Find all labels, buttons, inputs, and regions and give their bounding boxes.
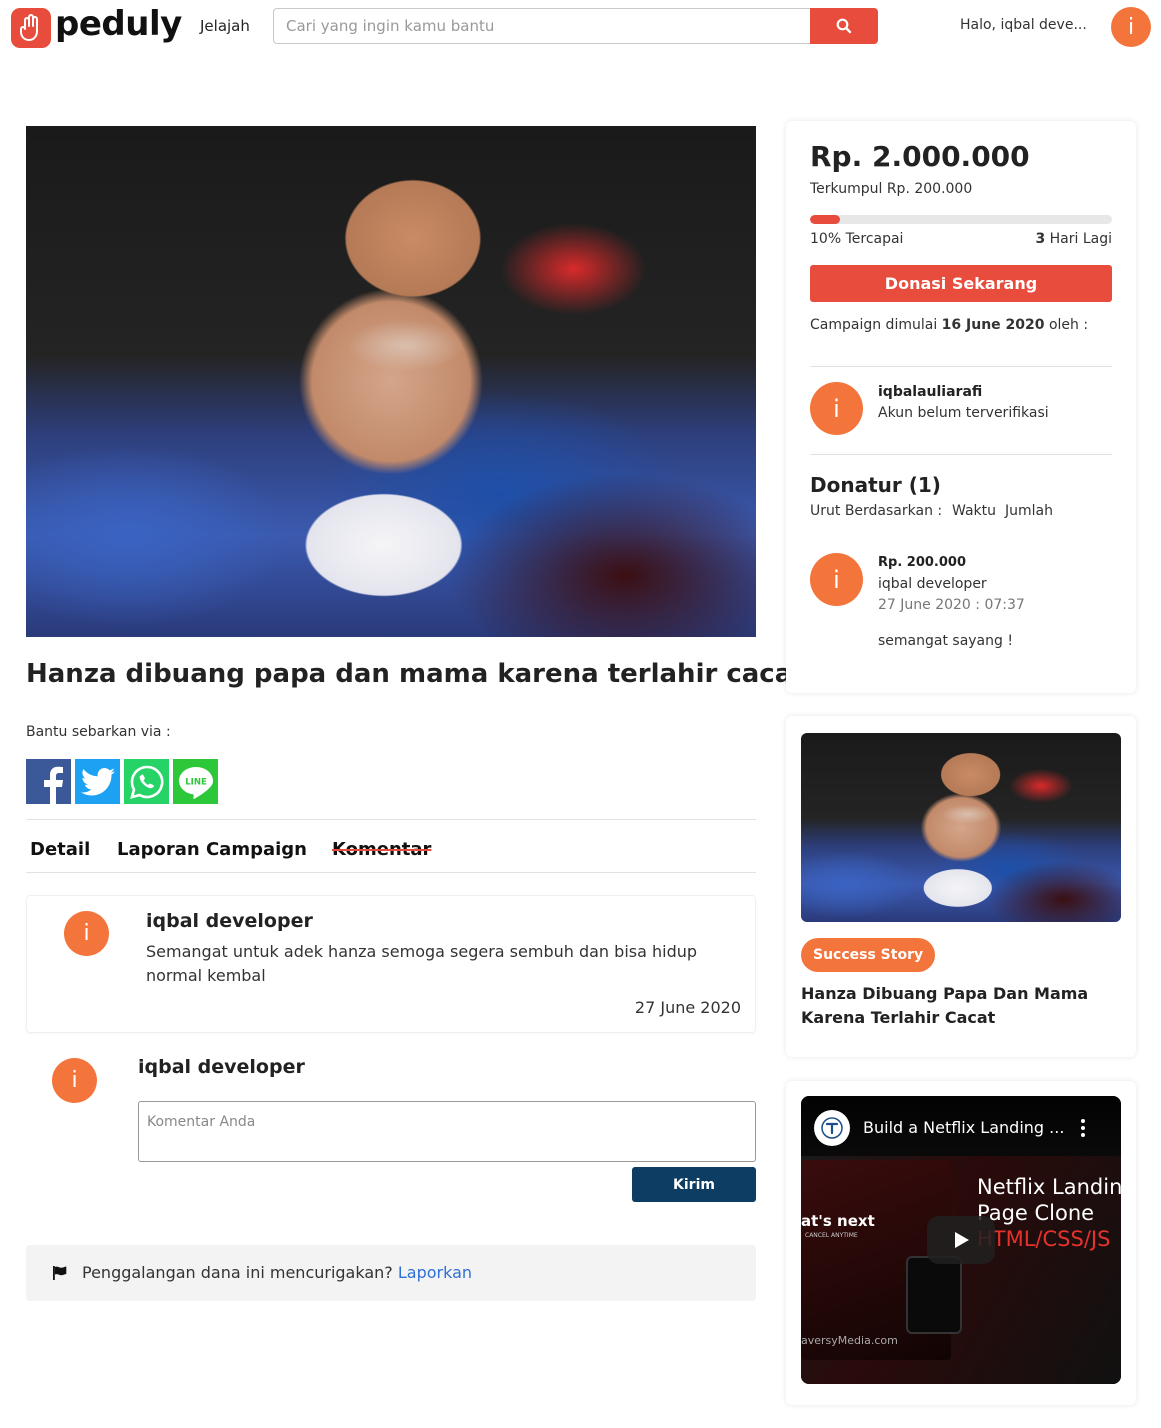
whatsapp-share-button[interactable] xyxy=(124,759,169,804)
tab-komentar[interactable]: Komentar xyxy=(332,839,431,860)
donor-name: iqbal developer xyxy=(878,576,987,592)
campaign-start-suffix: oleh : xyxy=(1048,317,1089,333)
video-embed[interactable]: at's next CANCEL ANYTIME aversyMedia.com… xyxy=(801,1096,1121,1384)
channel-avatar[interactable] xyxy=(814,1110,850,1146)
donor-message: semangat sayang ! xyxy=(878,633,1013,649)
divider xyxy=(810,366,1112,367)
days-remaining-number: 3 xyxy=(1035,231,1046,247)
commenter-name: iqbal developer xyxy=(146,910,313,932)
search-icon xyxy=(836,18,852,34)
video-title[interactable]: Build a Netflix Landing ... xyxy=(863,1118,1064,1137)
divider xyxy=(810,454,1112,455)
days-remaining-label: Hari Lagi xyxy=(1049,231,1112,247)
video-overlay-line1: Netflix Landing xyxy=(977,1175,1121,1199)
commenter-avatar: i xyxy=(64,911,109,956)
facebook-share-button[interactable] xyxy=(26,759,71,804)
organizer-name[interactable]: iqbalauliarafi xyxy=(878,384,982,400)
video-bottom-text: aversyMedia.com xyxy=(801,1334,898,1347)
twitter-icon xyxy=(80,767,115,795)
donation-target: Rp. 2.000.000 xyxy=(810,140,1030,173)
video-phone-mock xyxy=(906,1256,962,1334)
logo-icon[interactable] xyxy=(11,8,51,48)
report-text: Penggalangan dana ini mencurigakan? xyxy=(82,1263,393,1282)
user-greeting[interactable]: Halo, iqbal deve... xyxy=(960,17,1087,33)
success-story-badge: Success Story xyxy=(801,938,936,972)
video-overlay-line3: HTML/CSS/JS xyxy=(977,1227,1111,1251)
donation-progress-bar xyxy=(810,215,1112,224)
user-avatar[interactable]: i xyxy=(1111,7,1151,47)
donor-time: 27 June 2020 : 07:37 xyxy=(878,597,1025,613)
video-play-button[interactable] xyxy=(927,1216,995,1264)
report-link[interactable]: Laporkan xyxy=(398,1263,472,1282)
twitter-share-button[interactable] xyxy=(75,759,120,804)
video-small-sub: CANCEL ANYTIME xyxy=(805,1232,858,1239)
progress-percent: 10% xyxy=(810,231,842,247)
report-bar: Penggalangan dana ini mencurigakan? Lapo… xyxy=(26,1245,756,1301)
divider xyxy=(26,819,756,820)
donation-collected: Terkumpul Rp. 200.000 xyxy=(810,181,973,197)
video-small-text: at's next xyxy=(801,1212,875,1230)
sort-label: Urut Berdasarkan : xyxy=(810,503,943,519)
comment-card: i iqbal developer Semangat untuk adek ha… xyxy=(26,895,756,1033)
facebook-icon xyxy=(44,766,63,804)
donate-now-button[interactable]: Donasi Sekarang xyxy=(810,265,1112,302)
divider xyxy=(26,872,756,873)
comment-text: Semangat untuk adek hanza semoga segera … xyxy=(146,942,698,985)
svg-text:LINE: LINE xyxy=(185,777,207,787)
campaign-image xyxy=(26,126,756,637)
progress-reached-label: Tercapai xyxy=(845,231,904,247)
donors-heading: Donatur (1) xyxy=(810,473,941,497)
sort-option-jumlah[interactable]: Jumlah xyxy=(1005,503,1053,519)
line-share-button[interactable]: LINE xyxy=(173,759,218,804)
related-campaign-title[interactable]: Hanza Dibuang Papa Dan Mama Karena Terla… xyxy=(801,982,1126,1030)
progress-fill xyxy=(810,215,841,224)
comment-input[interactable] xyxy=(138,1101,756,1162)
campaign-start-prefix: Campaign dimulai xyxy=(810,317,938,333)
video-more-icon[interactable] xyxy=(1071,1116,1095,1140)
play-icon xyxy=(955,1232,969,1248)
whatsapp-icon xyxy=(129,765,163,799)
donor-amount: Rp. 200.000 xyxy=(878,555,966,570)
organizer-status: Akun belum terverifikasi xyxy=(878,405,1049,421)
search-input[interactable] xyxy=(273,8,810,44)
current-user-avatar: i xyxy=(52,1058,97,1103)
channel-logo-icon xyxy=(821,1117,843,1139)
organizer-avatar[interactable]: i xyxy=(810,382,863,435)
sort-option-waktu[interactable]: Waktu xyxy=(952,503,996,519)
brand-name[interactable]: peduly xyxy=(55,4,182,44)
donor-avatar: i xyxy=(810,553,863,606)
current-user-name: iqbal developer xyxy=(138,1056,305,1078)
tab-laporan-campaign[interactable]: Laporan Campaign xyxy=(117,839,307,860)
campaign-start-date: 16 June 2020 xyxy=(941,317,1045,333)
line-icon: LINE xyxy=(178,766,213,799)
tab-detail[interactable]: Detail xyxy=(30,839,90,860)
campaign-title: Hanza dibuang papa dan mama karena terla… xyxy=(26,659,805,689)
comment-date: 27 June 2020 xyxy=(634,998,741,1017)
share-label: Bantu sebarkan via : xyxy=(26,724,171,740)
search-button[interactable] xyxy=(810,8,878,44)
flag-icon xyxy=(53,1266,67,1280)
submit-comment-button[interactable]: Kirim xyxy=(632,1167,756,1202)
nav-jelajah-link[interactable]: Jelajah xyxy=(200,17,250,35)
related-campaign-image[interactable] xyxy=(801,733,1121,922)
video-overlay-line2: Page Clone xyxy=(977,1201,1095,1225)
